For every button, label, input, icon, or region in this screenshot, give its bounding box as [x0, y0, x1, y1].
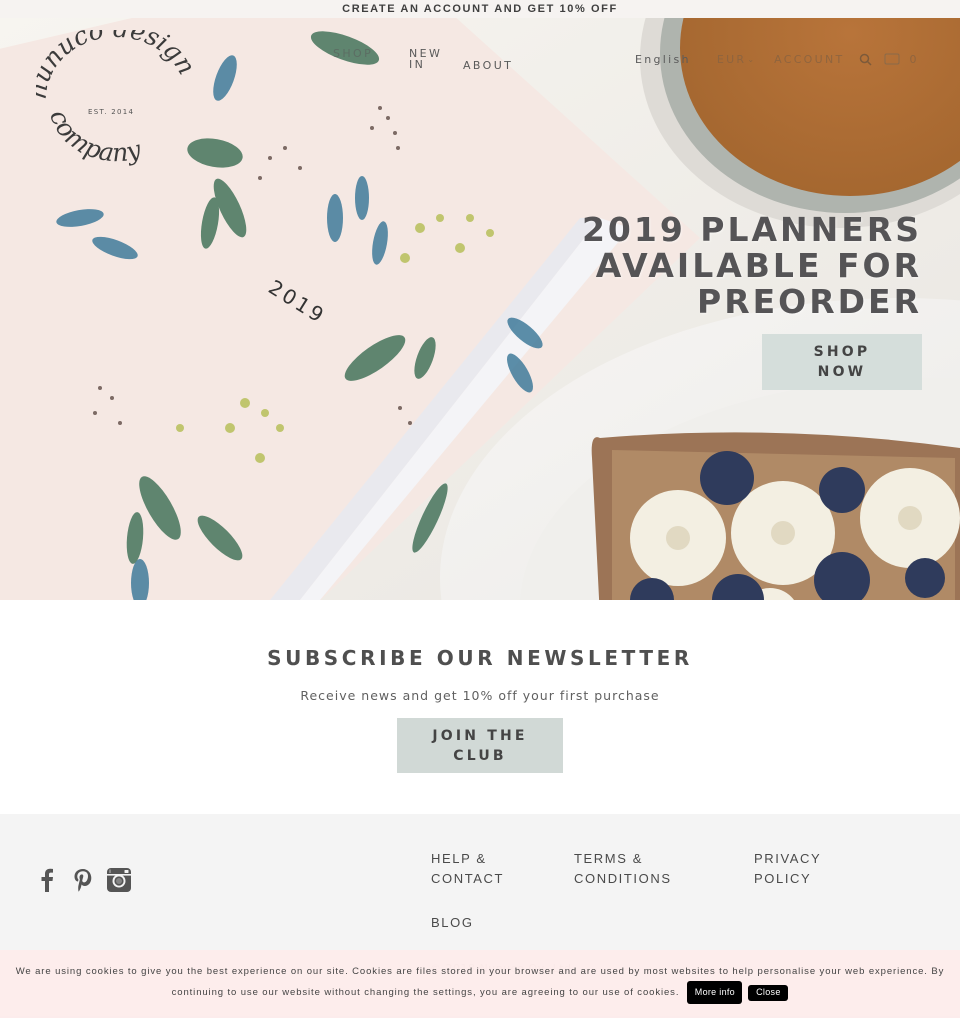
cookie-banner: We are using cookies to give you the bes…	[0, 950, 960, 1018]
currency-label: EUR	[716, 52, 747, 66]
facebook-icon[interactable]	[40, 868, 54, 892]
cookie-text-line1: We are using cookies to give you the bes…	[15, 966, 945, 977]
language-selector[interactable]: English	[635, 53, 691, 66]
announcement-text[interactable]: CREATE AN ACCOUNT AND GET 10% OFF	[342, 3, 618, 15]
svg-text:2019: 2019	[264, 276, 330, 329]
cookie-close-button[interactable]: Close	[748, 984, 789, 1001]
cart-count[interactable]: 0	[910, 53, 919, 66]
hero-title-line: AVAILABLE FOR	[595, 246, 922, 285]
utility-nav: English EUR ⌄ ACCOUNT 0	[635, 52, 919, 66]
social-links	[40, 868, 131, 892]
footer-link-privacy[interactable]: PRIVACY POLICY	[754, 849, 834, 889]
logo-est: EST. 2014	[88, 108, 135, 116]
planner-year-print: 2019	[264, 276, 330, 329]
newsletter-subtitle: Receive news and get 10% off your first …	[300, 688, 660, 703]
hero-title-line: PREORDER	[697, 282, 922, 321]
footer-link-blog[interactable]: BLOG	[431, 913, 474, 933]
hero-banner: nunuco design company EST. 2014 SHOP NEW…	[0, 18, 960, 600]
account-link[interactable]: ACCOUNT	[774, 53, 844, 66]
hero-title-line: 2019 PLANNERS	[581, 210, 922, 249]
logo[interactable]: nunuco design company EST. 2014	[23, 18, 202, 180]
cookie-more-info-button[interactable]: More info	[687, 981, 743, 1004]
hero-title: 2019 PLANNERS AVAILABLE FOR PREORDER	[582, 212, 922, 320]
currency-selector[interactable]: EUR ⌄	[717, 53, 754, 66]
join-club-button[interactable]: JOIN THE CLUB	[397, 718, 563, 773]
newsletter-title: SUBSCRIBE OUR NEWSLETTER	[267, 646, 693, 670]
nav-about[interactable]: ABOUT	[463, 60, 513, 71]
announcement-bar[interactable]: CREATE AN ACCOUNT AND GET 10% OFF	[0, 0, 960, 18]
newsletter-section: SUBSCRIBE OUR NEWSLETTER Receive news an…	[0, 600, 960, 814]
cart-icon[interactable]	[884, 53, 900, 65]
footer-link-terms[interactable]: TERMS & CONDITIONS	[574, 849, 694, 889]
pinterest-icon[interactable]	[73, 868, 93, 892]
chevron-down-icon: ⌄	[747, 54, 755, 64]
cookie-line2: continuing to use our website without ch…	[172, 981, 789, 1004]
instagram-icon[interactable]	[107, 868, 131, 892]
svg-text:nunuco design: nunuco design	[36, 30, 196, 101]
nav-new-in[interactable]: NEW IN	[409, 48, 453, 70]
nav-shop[interactable]: SHOP	[333, 48, 383, 59]
cookie-text-line2: continuing to use our website without ch…	[171, 987, 680, 998]
shop-now-button[interactable]: SHOP NOW	[762, 334, 922, 390]
logo-script: nunuco design company	[23, 18, 202, 167]
footer-link-help-contact[interactable]: HELP & CONTACT	[431, 849, 521, 889]
search-icon[interactable]	[859, 53, 872, 66]
